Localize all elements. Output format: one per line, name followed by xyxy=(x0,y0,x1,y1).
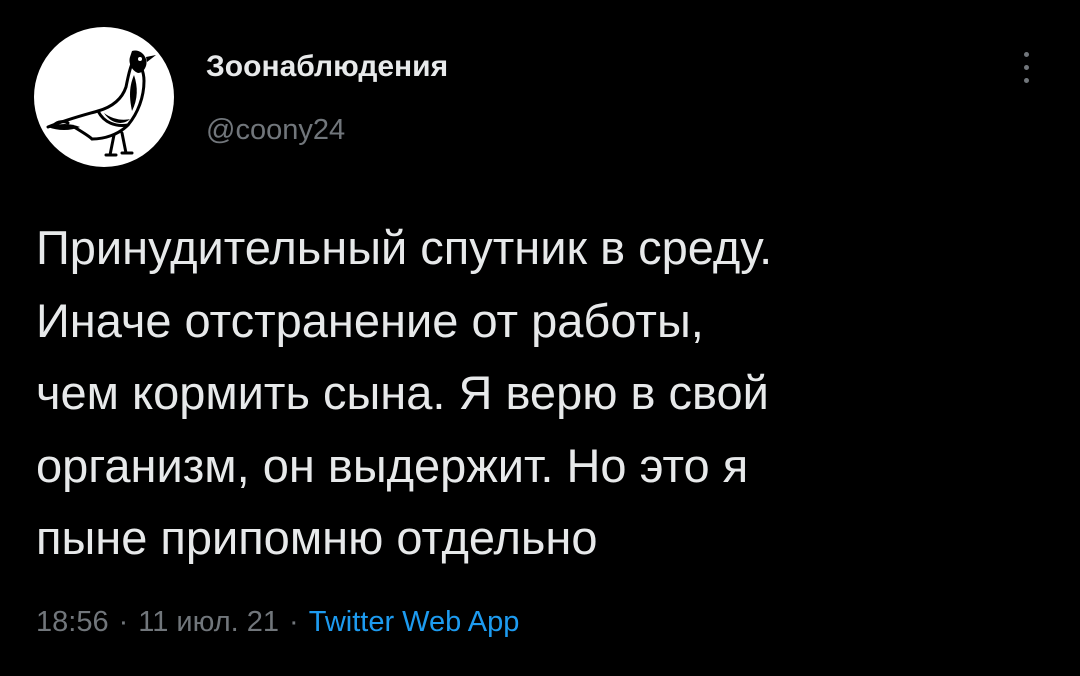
more-dot xyxy=(1024,78,1029,83)
tweet-text-line: организм, он выдержит. Но это я xyxy=(36,438,749,492)
more-dot xyxy=(1024,52,1029,57)
author-display-name[interactable]: Зоонаблюдения xyxy=(206,50,448,84)
tweet-text: Принудительный спутник в среду. Иначе от… xyxy=(36,212,1046,575)
tweet-text-line: чем кормить сына. Я верю в свой xyxy=(36,366,769,419)
tweet-source-link[interactable]: Twitter Web App xyxy=(309,606,520,638)
avatar-image xyxy=(46,50,156,157)
more-vertical-icon[interactable] xyxy=(1006,44,1046,92)
more-dot xyxy=(1024,65,1029,70)
tweet-time[interactable]: 18:56 xyxy=(36,606,109,638)
meta-separator: · xyxy=(118,606,129,638)
tweet-metadata: 18:56 · 11 июл. 21 · Twitter Web App xyxy=(36,606,519,639)
tweet-text-line: Принудительный спутник в среду. xyxy=(36,221,773,274)
tweet-text-line: Иначе отстранение от работы, xyxy=(36,293,704,347)
tweet-date[interactable]: 11 июл. 21 xyxy=(138,606,279,638)
meta-separator: · xyxy=(289,606,299,638)
author-handle[interactable]: @coony24 xyxy=(206,114,345,147)
tweet-text-line: пыне припомню отдельно xyxy=(36,511,598,564)
tweet-card: Зоонаблюдения @coony24 Принудительный сп… xyxy=(0,0,1080,676)
pigeon-avatar-icon[interactable] xyxy=(34,27,174,167)
